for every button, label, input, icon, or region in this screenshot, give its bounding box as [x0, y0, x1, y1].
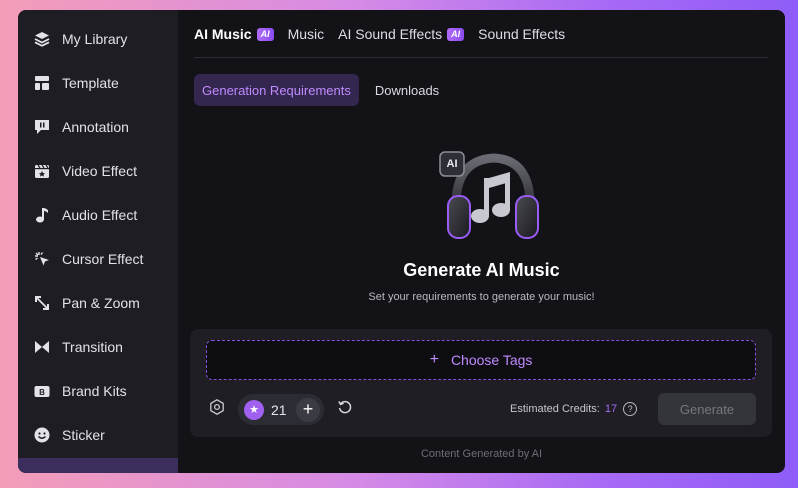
tabs-divider [194, 57, 768, 58]
sidebar-item-annotation[interactable]: Annotation [18, 105, 178, 149]
main-content: AI Music AI Music AI Sound Effects AI So… [178, 10, 785, 473]
sidebar-item-label: Transition [62, 339, 123, 355]
refresh-icon [337, 399, 353, 420]
tab-ai-sound-effects[interactable]: AI Sound Effects AI [338, 26, 465, 42]
plus-icon: + [429, 351, 439, 368]
hexagon-settings-icon [208, 398, 226, 421]
reset-button[interactable] [336, 400, 354, 418]
sidebar-item-pan-zoom[interactable]: Pan & Zoom [18, 281, 178, 325]
sidebar-item-label: My Library [62, 31, 128, 47]
cursor-click-icon [33, 250, 51, 268]
template-icon [33, 74, 51, 92]
hero-ai-badge: AI [446, 158, 458, 170]
tab-sound-effects[interactable]: Sound Effects [478, 26, 565, 42]
sidebar-item-cursor-effect[interactable]: Cursor Effect [18, 237, 178, 281]
sidebar-item-label: Sticker [62, 427, 105, 443]
sidebar-item-label: Brand Kits [62, 383, 127, 399]
sidebar-item-label: Video Effect [62, 163, 137, 179]
sidebar-item-label: Cursor Effect [62, 251, 144, 267]
layers-icon [33, 30, 51, 48]
sub-tabs: Generation Requirements Downloads [194, 74, 455, 106]
annotation-icon [33, 118, 51, 136]
generation-panel: + Choose Tags ★ 21 + Estimated Credits: [190, 329, 772, 437]
tab-downloads[interactable]: Downloads [367, 74, 447, 106]
hero-title: Generate AI Music [403, 260, 560, 280]
smiley-icon [33, 426, 51, 444]
credits-label: Estimated Credits: [510, 403, 600, 415]
sidebar-item-video-effect[interactable]: Video Effect [18, 149, 178, 193]
sidebar-item-partial[interactable] [18, 458, 178, 473]
expand-arrows-icon [33, 294, 51, 312]
choose-tags-label: Choose Tags [450, 352, 533, 368]
sidebar-item-label: Template [62, 75, 119, 91]
sidebar: My Library Template Annotation Video Eff… [18, 10, 178, 473]
music-note-icon [33, 206, 51, 224]
transition-icon [33, 338, 51, 356]
credits-value: 17 [604, 403, 618, 415]
help-icon[interactable]: ? [623, 402, 638, 416]
estimated-credits: Estimated Credits: 17 ? [510, 402, 638, 416]
sidebar-item-label: Audio Effect [62, 207, 138, 223]
ai-music-headphones-illustration: AI [434, 138, 544, 248]
quantity-value: 21 [271, 401, 287, 418]
choose-tags-button[interactable]: + Choose Tags [206, 340, 756, 380]
sidebar-item-brand-kits[interactable]: B Brand Kits [18, 369, 178, 413]
app-window: My Library Template Annotation Video Eff… [18, 10, 785, 473]
increase-button[interactable]: + [296, 397, 320, 422]
brand-kit-icon: B [33, 382, 51, 400]
sidebar-item-transition[interactable]: Transition [18, 325, 178, 369]
ai-content-notice: Content Generated by AI [420, 448, 543, 460]
ai-badge: AI [256, 27, 274, 41]
tab-ai-music[interactable]: AI Music AI [194, 26, 274, 42]
sidebar-item-label: Annotation [62, 119, 129, 135]
sidebar-item-my-library[interactable]: My Library [18, 17, 178, 61]
sidebar-item-sticker[interactable]: Sticker [18, 413, 178, 457]
tab-generation-requirements[interactable]: Generation Requirements [194, 74, 359, 106]
sidebar-item-template[interactable]: Template [18, 61, 178, 105]
svg-text:B: B [39, 388, 45, 397]
sidebar-item-label: Pan & Zoom [62, 295, 140, 311]
sidebar-item-audio-effect[interactable]: Audio Effect [18, 193, 178, 237]
star-icon: ★ [244, 399, 264, 420]
hero-subtitle: Set your requirements to generate your m… [368, 291, 595, 303]
tab-music[interactable]: Music [288, 26, 325, 42]
top-tabs: AI Music AI Music AI Sound Effects AI So… [194, 26, 579, 42]
video-effect-icon [33, 162, 51, 180]
quantity-stepper: ★ 21 + [238, 394, 324, 425]
generate-button[interactable]: Generate [658, 393, 756, 425]
settings-button[interactable] [207, 398, 227, 421]
ai-badge: AI [447, 27, 465, 41]
